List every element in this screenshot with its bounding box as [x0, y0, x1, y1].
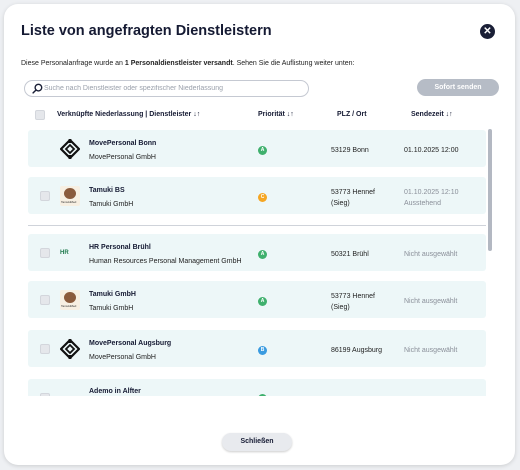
- scrollbar-thumb[interactable]: [488, 129, 492, 251]
- provider-name: MovePersonal Bonn: [89, 140, 157, 147]
- column-sent-label: Sendezeit: [411, 111, 444, 118]
- tamuki-logo-text: TamukiMed: [61, 304, 77, 308]
- provider-sent-time: Nicht ausgewählt: [404, 298, 458, 305]
- provider-sent-time: 01.10.2025 12:00: [404, 147, 459, 154]
- tamuki-logo-text: TamukiMed: [61, 200, 77, 204]
- table-row[interactable]: TamukiMed Tamuki GmbH Tamuki GmbH A 5377…: [28, 281, 486, 318]
- provider-sent-time: 01.10.2025 12:10 Ausstehend: [404, 187, 459, 209]
- row-checkbox[interactable]: [40, 248, 50, 258]
- sort-icon: ↓↑: [193, 111, 201, 118]
- location-line: (Sieg): [331, 304, 350, 311]
- table-row[interactable]: TamukiMed Tamuki BS Tamuki GmbH C 53773 …: [28, 177, 486, 214]
- subtitle-pre: Diese Personalanfrage wurde an: [21, 60, 125, 67]
- column-sent[interactable]: Sendezeit ↓↑: [411, 111, 453, 118]
- sent-line: 01.10.2025 12:10: [404, 189, 459, 196]
- moveperson-logo-icon: [60, 139, 80, 159]
- priority-badge: C: [258, 193, 267, 202]
- close-icon[interactable]: ✕: [480, 24, 495, 39]
- provider-location: 86199 Augsburg: [331, 347, 382, 354]
- priority-badge: A: [258, 146, 267, 155]
- location-line: 53773 Hennef: [331, 293, 375, 300]
- table-row[interactable]: Ademo in Alfter: [28, 379, 486, 396]
- column-branch[interactable]: Verknüpfte Niederlassung | Dienstleister…: [57, 111, 200, 118]
- provider-company: Tamuki GmbH: [89, 201, 134, 208]
- list-scrollbar[interactable]: [487, 129, 493, 399]
- search-input[interactable]: [44, 82, 304, 95]
- provider-location: 53773 Hennef (Sieg): [331, 291, 375, 313]
- provider-company: MovePersonal GmbH: [89, 354, 156, 361]
- close-button[interactable]: Schließen: [222, 433, 292, 451]
- search-icon: [32, 83, 43, 94]
- provider-list: MovePersonal Bonn MovePersonal GmbH A 53…: [24, 126, 494, 396]
- tamuki-face-shape: [64, 292, 76, 303]
- subtitle-post: . Sehen Sie die Auflistung weiter unten:: [232, 60, 355, 67]
- provider-location: 53773 Hennef (Sieg): [331, 187, 375, 209]
- sent-status: Ausstehend: [404, 200, 441, 207]
- row-checkbox[interactable]: [40, 393, 50, 396]
- tamuki-face-shape: [64, 188, 76, 199]
- table-header: Verknüpfte Niederlassung | Dienstleister…: [24, 106, 494, 124]
- provider-list-modal: Liste von angefragten Dienstleistern ✕ D…: [4, 4, 515, 465]
- modal-title: Liste von angefragten Dienstleistern: [21, 23, 272, 39]
- location-line: 53773 Hennef: [331, 189, 375, 196]
- row-checkbox[interactable]: [40, 344, 50, 354]
- provider-location: 53129 Bonn: [331, 147, 369, 154]
- provider-location: 50321 Brühl: [331, 251, 369, 258]
- column-priority-label: Priorität: [258, 111, 285, 118]
- tamuki-logo-icon: TamukiMed: [60, 186, 80, 206]
- row-checkbox[interactable]: [40, 191, 50, 201]
- provider-name: HR Personal Brühl: [89, 244, 151, 251]
- priority-badge: A: [258, 297, 267, 306]
- search-box[interactable]: [24, 80, 309, 97]
- priority-badge: [258, 394, 267, 396]
- sort-icon: ↓↑: [445, 111, 453, 118]
- provider-company: Human Resources Personal Management GmbH: [89, 258, 242, 265]
- provider-name: Ademo in Alfter: [89, 388, 141, 395]
- location-line: (Sieg): [331, 200, 350, 207]
- provider-name: MovePersonal Augsburg: [89, 340, 172, 347]
- provider-company: Tamuki GmbH: [89, 305, 134, 312]
- select-all-checkbox[interactable]: [35, 110, 45, 120]
- modal-subtitle: Diese Personalanfrage wurde an 1 Persona…: [21, 60, 355, 67]
- moveperson-logo-icon: [60, 339, 80, 359]
- provider-name: Tamuki GmbH: [89, 291, 136, 298]
- provider-sent-time: Nicht ausgewählt: [404, 251, 458, 258]
- priority-badge: A: [258, 250, 267, 259]
- tamuki-logo-icon: TamukiMed: [60, 290, 80, 310]
- table-row[interactable]: HR HR Personal Brühl Human Resources Per…: [28, 234, 486, 271]
- column-branch-label: Verknüpfte Niederlassung | Dienstleister: [57, 111, 192, 118]
- provider-sent-time: Nicht ausgewählt: [404, 347, 458, 354]
- subtitle-bold: 1 Personaldienstleister versandt: [124, 60, 233, 67]
- priority-badge: B: [258, 346, 267, 355]
- list-divider: [28, 225, 486, 226]
- hr-logo-icon: HR: [60, 250, 69, 256]
- provider-company: MovePersonal GmbH: [89, 154, 156, 161]
- table-row[interactable]: MovePersonal Augsburg MovePersonal GmbH …: [28, 330, 486, 367]
- provider-name: Tamuki BS: [89, 187, 125, 194]
- column-location: PLZ / Ort: [337, 111, 367, 118]
- column-priority[interactable]: Priorität ↓↑: [258, 111, 294, 118]
- row-checkbox[interactable]: [40, 295, 50, 305]
- sort-icon: ↓↑: [286, 111, 294, 118]
- send-now-button[interactable]: Sofort senden: [417, 79, 499, 96]
- table-row[interactable]: MovePersonal Bonn MovePersonal GmbH A 53…: [28, 130, 486, 167]
